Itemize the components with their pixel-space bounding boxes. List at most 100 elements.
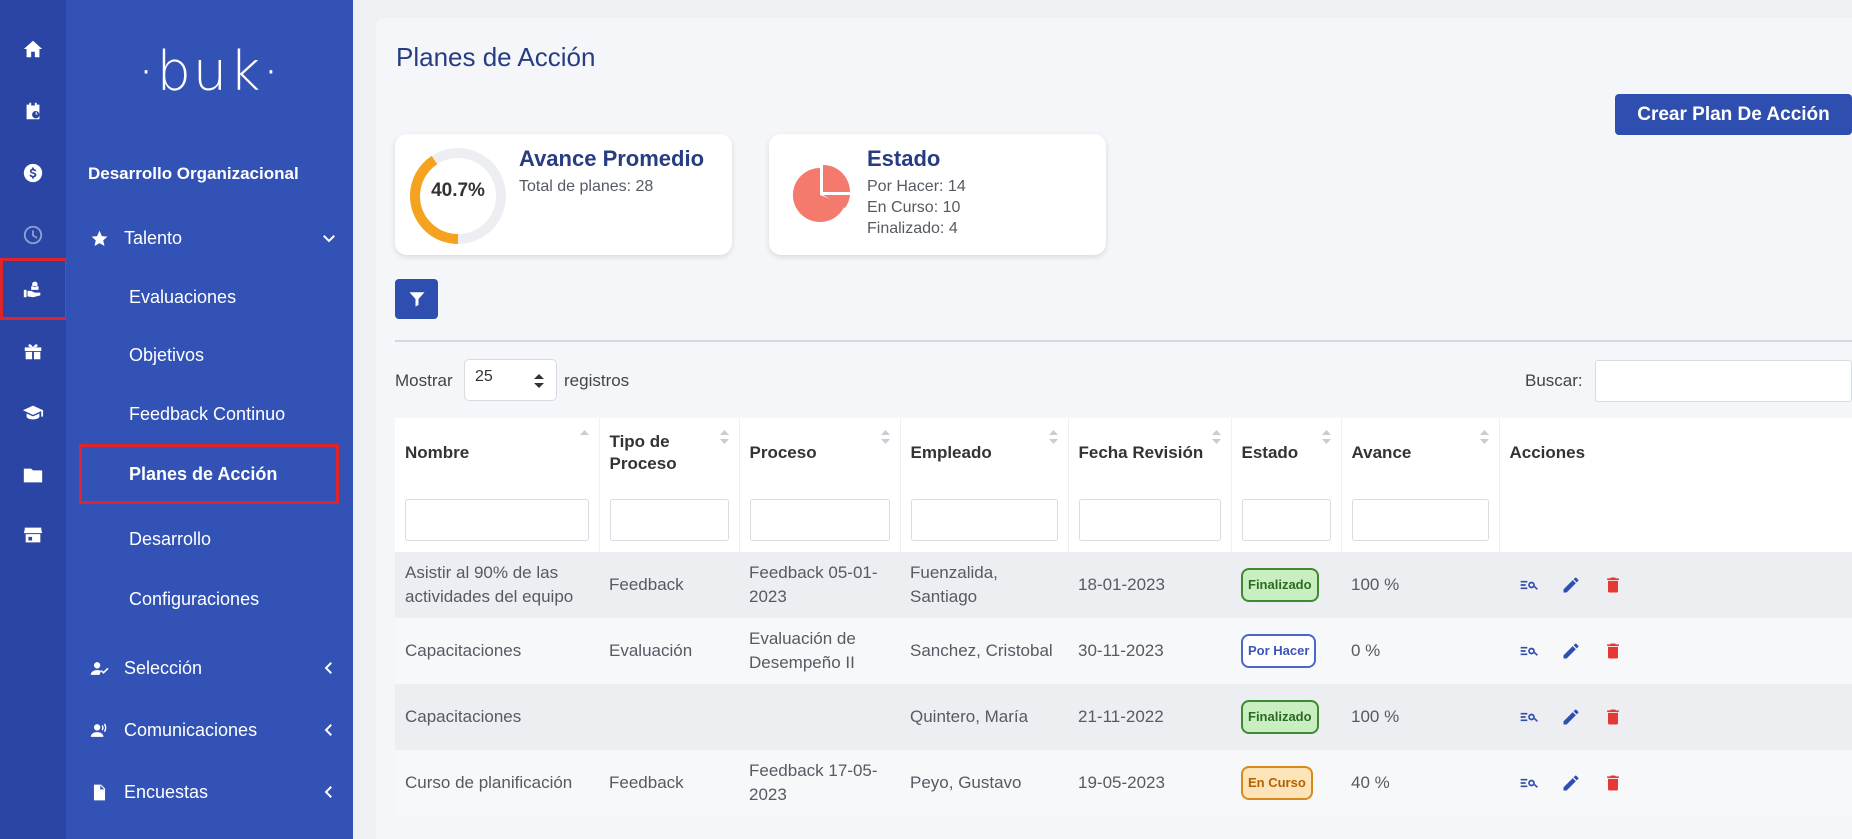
gift-icon[interactable] — [0, 320, 66, 382]
filter-input-estado[interactable] — [1241, 499, 1331, 541]
edit-icon[interactable] — [1561, 641, 1581, 661]
cell-acciones — [1499, 750, 1852, 816]
delete-icon[interactable] — [1603, 641, 1623, 661]
header-label: Avance — [1351, 443, 1412, 462]
table-body: Asistir al 90% de las actividades del eq… — [395, 552, 1852, 816]
header-label: Acciones — [1509, 443, 1586, 462]
cell-nombre: Asistir al 90% de las actividades del eq… — [395, 552, 599, 618]
table-row[interactable]: Capacitaciones Quintero, María 21-11-2022 F… — [395, 684, 1852, 750]
edit-icon[interactable] — [1561, 707, 1581, 727]
column-header-tipo[interactable]: Tipo de Proceso — [599, 418, 740, 488]
cell-estado: En Curso — [1231, 750, 1341, 816]
active-item-highlight — [79, 444, 339, 504]
header-label: Empleado — [910, 443, 992, 462]
sort-icon — [1479, 430, 1489, 444]
cell-nombre: Curso de planificación — [395, 750, 599, 816]
table-row[interactable]: Capacitaciones Evaluación Evaluación de De… — [395, 618, 1852, 684]
sidebar-item-evaluaciones[interactable]: Evaluaciones — [129, 279, 236, 315]
delete-icon[interactable] — [1603, 773, 1623, 793]
buk-logo[interactable]: ·buk· — [66, 40, 353, 103]
view-detail-icon[interactable] — [1519, 575, 1539, 595]
records-label: registros — [564, 371, 630, 390]
cell-estado: Finalizado — [1231, 684, 1341, 750]
view-detail-icon[interactable] — [1519, 641, 1539, 661]
graduation-cap-icon[interactable] — [0, 382, 66, 444]
search-input[interactable] — [1595, 360, 1852, 402]
table-row[interactable]: Asistir al 90% de las actividades del eq… — [395, 552, 1852, 618]
estado-card: Estado Por Hacer: 14 En Curso: 10 Finali… — [769, 134, 1106, 255]
dollar-icon[interactable] — [0, 142, 66, 204]
clipboard-clock-icon[interactable] — [0, 80, 66, 142]
chevron-left-icon[interactable] — [320, 721, 338, 739]
cell-fecha: 30-11-2023 — [1068, 618, 1231, 684]
filter-input-nombre[interactable] — [405, 499, 589, 541]
cell-avance: 100 % — [1341, 552, 1499, 618]
view-detail-icon[interactable] — [1519, 707, 1539, 727]
filter-input-tipo[interactable] — [609, 499, 729, 541]
total-planes: Total de planes: 28 — [519, 178, 654, 195]
user-voice-icon — [88, 719, 110, 741]
cell-acciones — [1499, 552, 1852, 618]
column-header-fecha[interactable]: Fecha Revisión — [1068, 418, 1232, 488]
filter-button[interactable] — [395, 279, 438, 319]
estado-por-hacer: Por Hacer: 14 — [867, 178, 966, 195]
estado-finalizado: Finalizado: 4 — [867, 220, 958, 237]
chevron-left-icon[interactable] — [320, 783, 338, 801]
filter-input-fecha[interactable] — [1078, 499, 1221, 541]
column-header-proceso[interactable]: Proceso — [739, 418, 901, 488]
nav-group-encuestas[interactable]: Encuestas — [88, 774, 338, 810]
cell-acciones — [1499, 684, 1852, 750]
cell-fecha: 18-01-2023 — [1068, 552, 1231, 618]
divider — [395, 340, 1852, 342]
donut-percent: 40.7% — [431, 180, 485, 201]
nav-group-comunicaciones[interactable]: Comunicaciones — [88, 712, 338, 748]
sort-icon — [579, 430, 589, 435]
column-header-estado[interactable]: Estado — [1231, 418, 1342, 488]
cell-acciones — [1499, 618, 1852, 684]
cell-estado: Finalizado — [1231, 552, 1341, 618]
cell-tipo — [599, 684, 739, 750]
home-icon[interactable] — [0, 18, 66, 80]
filter-icon — [409, 292, 424, 307]
delete-icon[interactable] — [1603, 575, 1623, 595]
page-title: Planes de Acción — [396, 42, 596, 72]
cell-estado: Por Hacer — [1231, 618, 1341, 684]
create-plan-button[interactable]: Crear Plan De Acción — [1615, 94, 1852, 135]
cell-empleado: Quintero, María — [900, 684, 1068, 750]
document-icon — [88, 781, 110, 803]
chevron-left-icon[interactable] — [320, 659, 338, 677]
column-header-nombre[interactable]: Nombre — [395, 418, 600, 488]
column-header-avance[interactable]: Avance — [1341, 418, 1500, 488]
search-label: Buscar: — [1525, 371, 1583, 390]
page-size-select[interactable]: 25 — [464, 359, 557, 401]
estado-en-curso: En Curso: 10 — [867, 199, 961, 216]
filter-input-empleado[interactable] — [910, 499, 1058, 541]
nav-group-talento[interactable]: Talento — [88, 220, 338, 256]
filter-input-proceso[interactable] — [749, 499, 890, 541]
clock-icon[interactable] — [0, 204, 66, 266]
column-header-empleado[interactable]: Empleado — [900, 418, 1069, 488]
column-filter-row — [395, 488, 1852, 552]
main-content: Planes de Acción Crear Plan De Acción 40… — [376, 18, 1852, 839]
rail-active-highlight — [0, 258, 68, 320]
nav-group-seleccion[interactable]: Selección — [88, 650, 338, 686]
section-title: Desarrollo Organizacional — [88, 164, 299, 183]
edit-icon[interactable] — [1561, 575, 1581, 595]
cell-empleado: Fuenzalida, Santiago — [900, 552, 1068, 618]
sidebar-item-desarrollo[interactable]: Desarrollo — [129, 521, 211, 557]
sidebar-item-feedback-continuo[interactable]: Feedback Continuo — [129, 396, 285, 432]
nav-group-label: Talento — [124, 227, 183, 248]
sidebar-item-configuraciones[interactable]: Configuraciones — [129, 581, 259, 617]
view-detail-icon[interactable] — [1519, 773, 1539, 793]
table-header-row: Nombre Tipo de Proceso Proceso Empleado … — [395, 418, 1852, 488]
pie-chart-icon — [792, 165, 850, 222]
folder-icon[interactable] — [0, 444, 66, 506]
filter-input-avance[interactable] — [1351, 499, 1489, 541]
edit-icon[interactable] — [1561, 773, 1581, 793]
delete-icon[interactable] — [1603, 707, 1623, 727]
chevron-down-icon[interactable] — [320, 229, 338, 247]
store-icon[interactable] — [0, 504, 66, 566]
sidebar-item-objetivos[interactable]: Objetivos — [129, 337, 204, 373]
table-row[interactable]: Curso de planificación Feedback Feedback 1… — [395, 750, 1852, 816]
cell-tipo: Evaluación — [599, 618, 739, 684]
